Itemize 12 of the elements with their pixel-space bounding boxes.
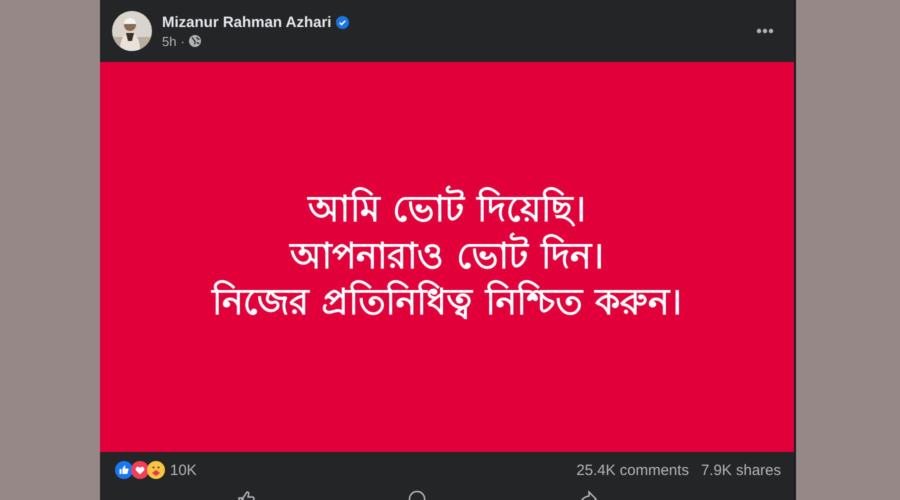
post-text-line: আপনারাও ভোট দিন। (290, 234, 604, 280)
care-reaction-icon[interactable] (147, 461, 165, 479)
comments-count[interactable]: 25.4K comments (576, 462, 689, 478)
author-name[interactable]: Mizanur Rahman Azhari (162, 14, 332, 30)
shares-count[interactable]: 7.9K shares (700, 462, 781, 478)
post-time[interactable]: 5h (162, 34, 176, 48)
reaction-count[interactable]: 10K (170, 462, 197, 478)
post-text-line: নিজের প্রতিনিধিত্ব নিশ্চিত করুন। (212, 280, 682, 326)
like-reaction-icon[interactable] (115, 461, 133, 479)
post-text-line: আমি ভোট দিয়েছি। (308, 186, 586, 234)
separator-dot: · (180, 34, 185, 48)
love-reaction-icon[interactable] (131, 461, 149, 479)
